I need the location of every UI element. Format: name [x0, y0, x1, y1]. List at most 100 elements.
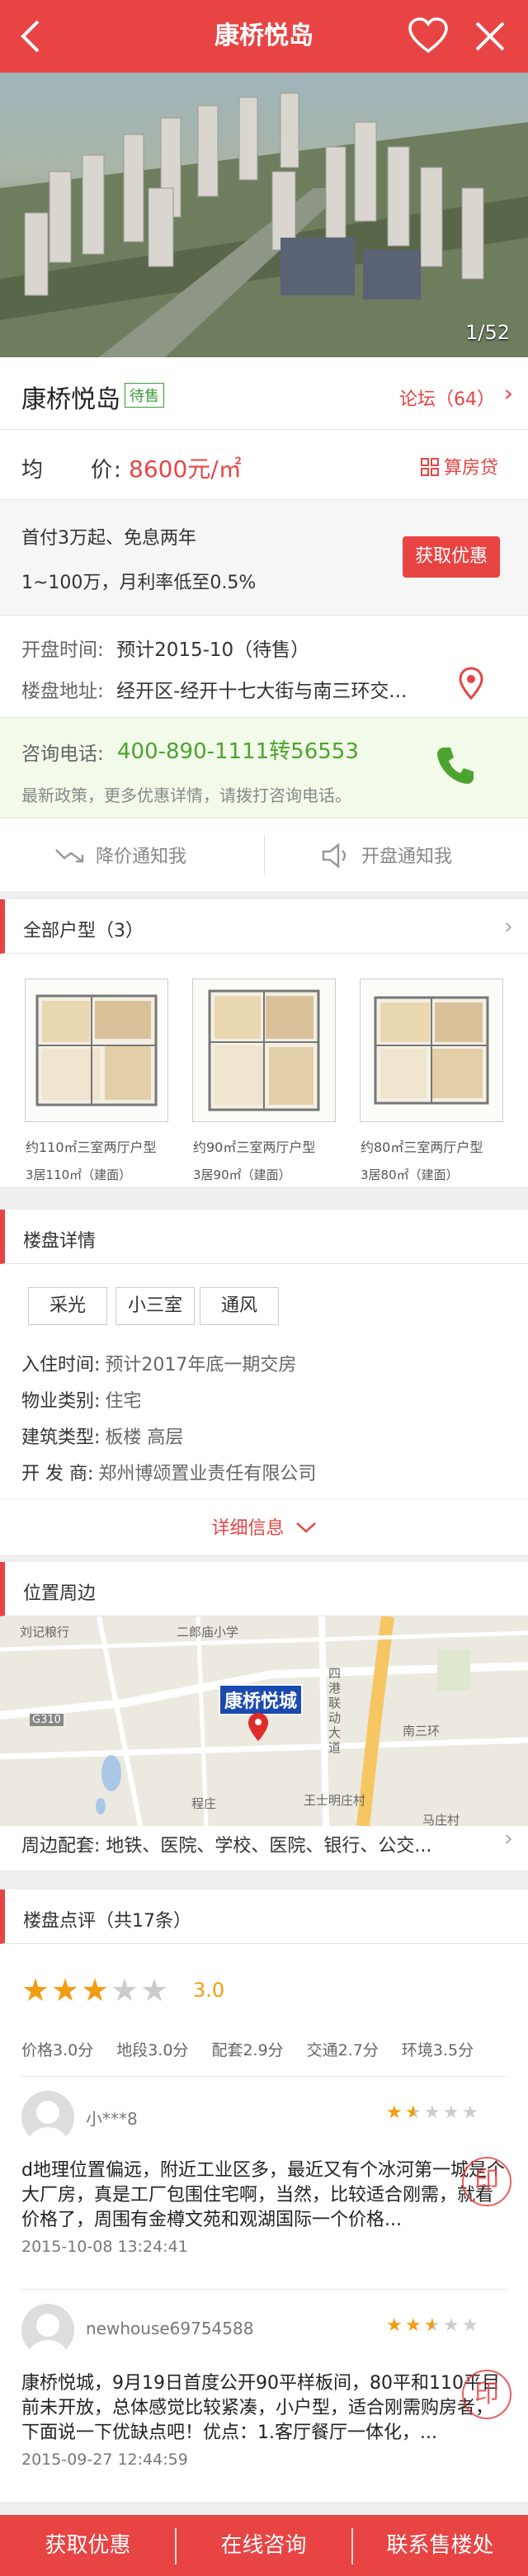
more-details-button[interactable]: 详细信息 [0, 1513, 528, 1540]
floor-plan-card[interactable]: 约80㎡三室两厅户型 3居80㎡（建面） [360, 979, 503, 1182]
get-discount-footer-button[interactable]: 获取优惠 [0, 2515, 176, 2576]
chevron-right-icon[interactable]: › [504, 1824, 513, 1852]
rating-environment: 环境3.5分 [401, 2041, 474, 2059]
mortgage-calculator-button[interactable]: 算房贷 [420, 453, 498, 479]
move-in-value: 预计2017年底一期交房 [105, 1355, 297, 1375]
review-date: 2015-09-27 12:44:59 [21, 2451, 188, 2469]
floor-plans-title: 全部户型（3） [23, 921, 144, 941]
heart-favorite-icon[interactable] [407, 15, 450, 58]
aerial-rendering-image [0, 92, 528, 357]
feature-tag: 通风 [200, 1287, 279, 1325]
top-bar: 康桥悦岛 [0, 0, 528, 73]
star-icon: ★ [81, 1972, 110, 2008]
chevron-right-icon[interactable]: › [504, 380, 513, 407]
promo-line-1: 首付3万起、免息两年 [21, 528, 196, 549]
phone-tip: 最新政策，更多优惠详情，请拨打咨询电话。 [21, 786, 351, 805]
location-title: 位置周边 [23, 1583, 97, 1604]
project-detail-title: 楼盘详情 [23, 1231, 97, 1252]
review-user: 小***8 [86, 2109, 138, 2129]
opening-time-value: 预计2015-10（待售） [116, 639, 310, 661]
consult-phone-box[interactable]: 咨询电话: 400-890-1111转56553 最新政策，更多优惠详情，请拨打… [0, 718, 528, 819]
star-icon: ★ [405, 2315, 422, 2336]
price-row: 均 价: 8600元/㎡ 算房贷 [0, 430, 528, 500]
location-pin-icon[interactable] [459, 667, 483, 703]
star-icon: ★ [462, 2315, 478, 2336]
rating-price: 价格3.0分 [21, 2041, 94, 2059]
review-stars: ★ ★ ★ ★ ★ [386, 2102, 481, 2123]
review-user: newhouse69754588 [86, 2319, 254, 2338]
promo-line-2: 1~100万，月利率低至0.5% [21, 573, 257, 593]
map-pin-icon[interactable] [248, 1712, 269, 1745]
floor-plan-card[interactable]: 约90㎡三室两厅户型 3居90㎡（建面） [192, 979, 336, 1182]
review-text: 康桥悦城，9月19日首度公开90平样板间，80平和110平目前未开放，总体感觉比… [21, 2373, 500, 2443]
nearby-facilities[interactable]: 周边配套: 地铁、医院、学校、医院、银行、公交... [21, 1831, 431, 1857]
photo-counter: 1/52 [465, 321, 510, 344]
close-icon[interactable] [469, 15, 512, 58]
promotion-box: 首付3万起、免息两年 1~100万，月利率低至0.5% 获取优惠 [0, 500, 528, 616]
project-detail-section: 楼盘详情 采光 小三室 通风 入住时间: 预计2017年底一期交房 物业类别: 住宅… [0, 1210, 528, 1555]
floor-plan-sub: 3居90㎡（建面） [193, 1168, 291, 1182]
phone-icon[interactable] [432, 743, 478, 792]
avatar [21, 2091, 74, 2144]
developer-label: 开 发 商: [21, 1464, 94, 1484]
rating-location: 地段3.0分 [116, 2041, 189, 2059]
forum-link[interactable]: 论坛（64） [399, 385, 495, 411]
speaker-icon [322, 842, 346, 869]
address-value: 经开区-经开十七大街与南三环交... [116, 681, 408, 702]
project-photo-carousel[interactable]: 1/52 [0, 73, 528, 357]
stamp-seal-icon: 印 [462, 2157, 512, 2206]
project-name-row: 康桥悦岛 待售 论坛（64） › [0, 357, 528, 430]
bottom-action-bar: 获取优惠 在线咨询 联系售楼处 [0, 2515, 528, 2576]
floor-plan-card[interactable]: 约110㎡三室两厅户型 3居110㎡（建面） [25, 979, 168, 1182]
price-drop-notify-button[interactable]: 降价通知我 [54, 842, 186, 868]
price-drop-notify-label: 降价通知我 [96, 847, 187, 867]
divider [21, 2076, 508, 2077]
location-map[interactable]: 刘记粮行 二郎庙小学 G310 南三环 四港联动大道 程庄 王士明庄村 马庄村 … [0, 1616, 528, 1826]
contact-sales-office-button[interactable]: 联系售楼处 [352, 2515, 528, 2576]
notification-row: 降价通知我 开盘通知我 [0, 819, 528, 891]
mortgage-calculator-label: 算房贷 [443, 458, 498, 479]
reviews-title: 楼盘点评（共17条） [23, 1911, 191, 1932]
half-star-icon: ★ [424, 2315, 443, 2336]
opening-time-label: 开盘时间: [21, 639, 104, 661]
project-info: 开盘时间: 预计2015-10（待售） 楼盘地址: 经开区-经开十七大街与南三环… [0, 616, 528, 718]
online-consult-button[interactable]: 在线咨询 [176, 2515, 351, 2576]
review-text: d地理位置偏远，附近工业区多，最近又有个冰河第一城是个大厂房，真是工厂包围住宅啊… [21, 2160, 505, 2230]
chevron-right-icon[interactable]: › [504, 913, 513, 940]
map-label: 南三环 [403, 1724, 441, 1739]
floor-plan-sub: 3居110㎡（建面） [26, 1168, 132, 1182]
rating-dimensions: 价格3.0分 地段3.0分 配套2.9分 交通2.7分 环境3.5分 [21, 2038, 497, 2060]
project-detail-header: 楼盘详情 [0, 1210, 528, 1264]
building-type-value: 板楼 高层 [105, 1427, 184, 1448]
map-label: 程庄 [191, 1796, 217, 1811]
map-label: G310 [30, 1714, 64, 1726]
get-discount-button[interactable]: 获取优惠 [403, 536, 500, 578]
move-in-row: 入住时间: 预计2017年底一期交房 [21, 1350, 296, 1376]
opening-notify-button[interactable]: 开盘通知我 [320, 842, 453, 869]
rating-facilities: 配套2.9分 [211, 2041, 284, 2059]
map-label: 刘记粮行 [20, 1625, 70, 1639]
developer-row: 开 发 商: 郑州博颂置业责任有限公司 [21, 1459, 316, 1485]
star-icon: ★ [111, 1972, 139, 2008]
stamp-seal-icon: 印 [462, 2370, 512, 2419]
opening-notify-label: 开盘通知我 [361, 847, 453, 867]
floor-plan-image [208, 989, 320, 1111]
floor-plan-sub: 3居80㎡（建面） [361, 1168, 459, 1182]
phone-number[interactable]: 400-890-1111转56553 [117, 734, 359, 765]
star-icon: ★ [140, 1972, 169, 2008]
star-icon: ★ [386, 2315, 403, 2336]
location-section: 位置周边 刘记粮行 二郎庙小学 G310 南三环 四港联动大道 程庄 王士明庄村… [0, 1562, 528, 1871]
reviews-header[interactable]: 楼盘点评（共17条） [0, 1890, 528, 1944]
overall-score: 3.0 [193, 1979, 225, 2002]
chevron-down-icon [295, 1522, 316, 1533]
overall-rating-stars: ★★★★★ [21, 1972, 170, 2008]
map-label: 马庄村 [422, 1813, 460, 1826]
move-in-label: 入住时间: [21, 1355, 101, 1375]
address-row[interactable]: 楼盘地址: 经开区-经开十七大街与南三环交... [21, 675, 407, 703]
developer-value: 郑州博颂置业责任有限公司 [98, 1464, 317, 1484]
rating-traffic: 交通2.7分 [306, 2041, 379, 2059]
location-header: 位置周边 [0, 1562, 528, 1616]
floor-plans-header[interactable]: 全部户型（3） › [0, 899, 528, 954]
phone-label: 咨询电话: [21, 743, 104, 765]
map-label: 二郎庙小学 [177, 1625, 239, 1639]
